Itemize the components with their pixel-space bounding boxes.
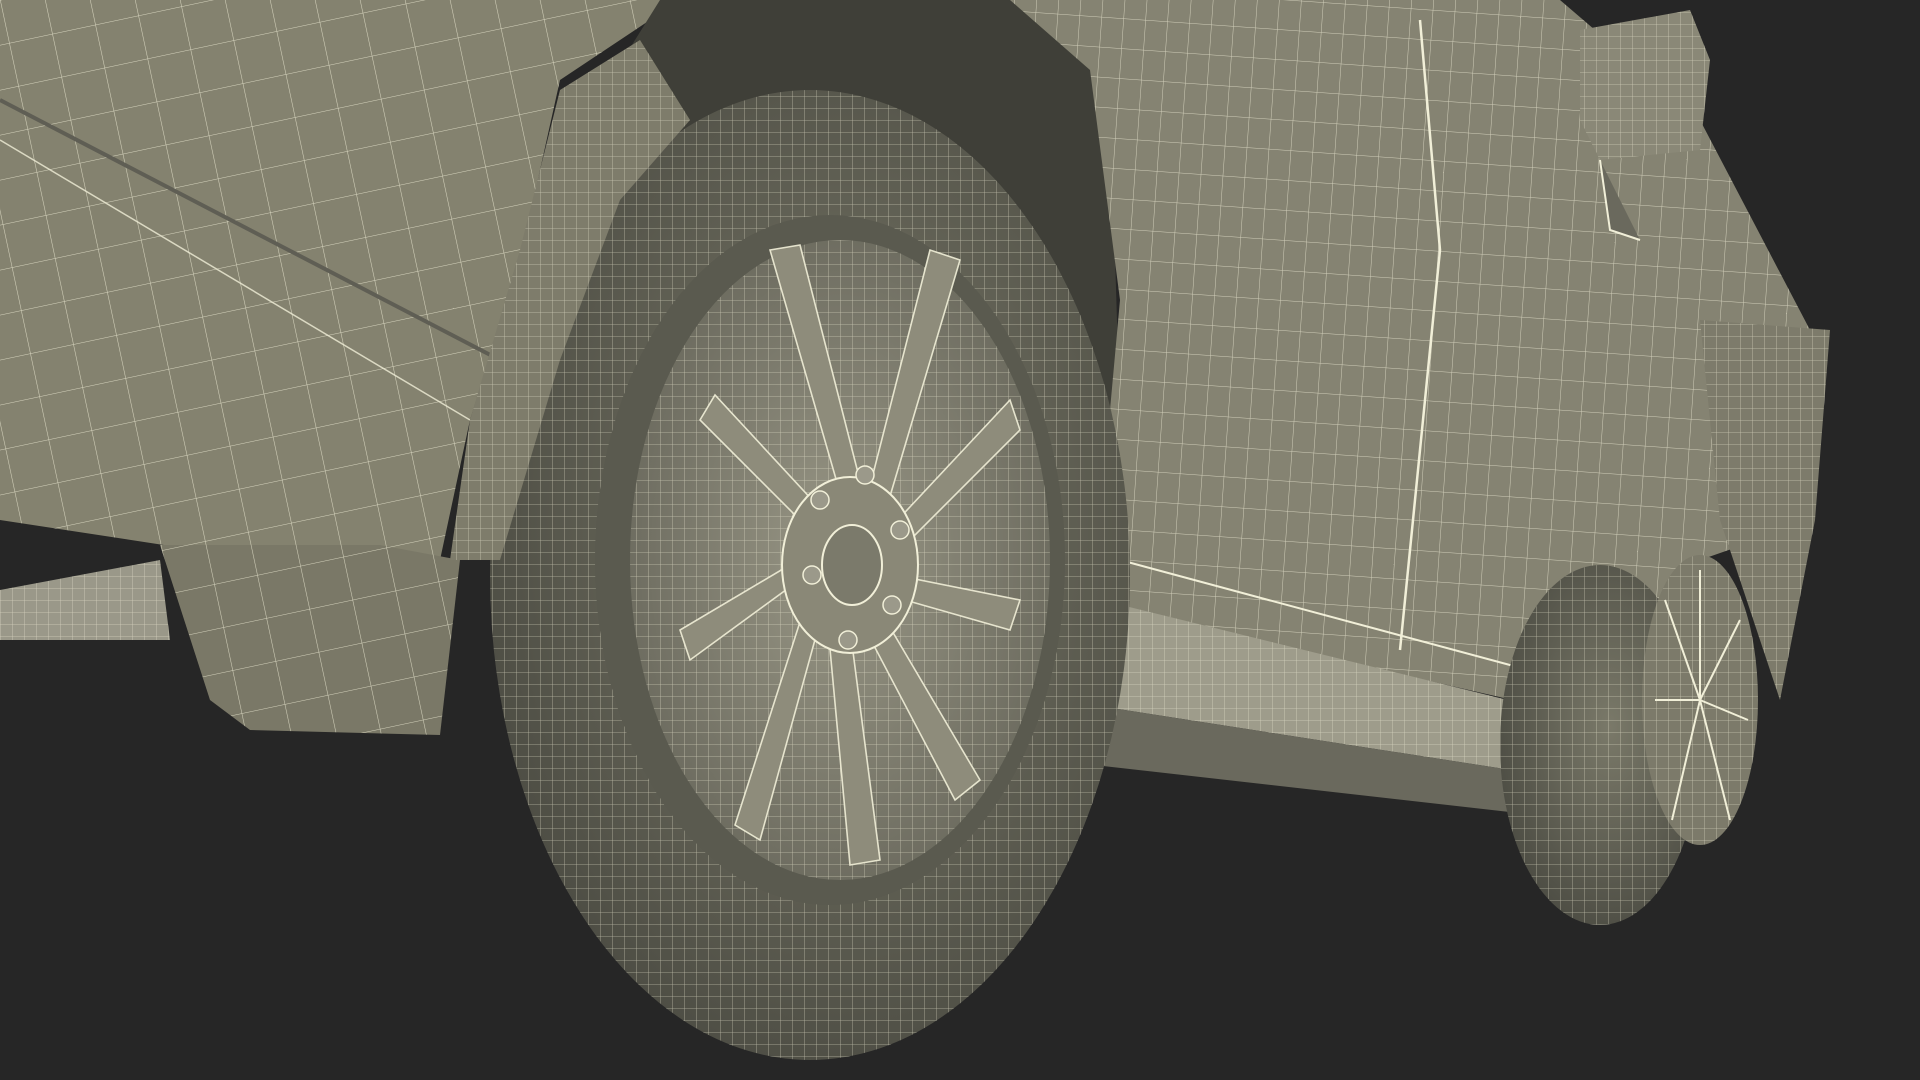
rear-underbody (0, 560, 170, 640)
rear-mud-flap (160, 545, 460, 735)
render-viewport (0, 0, 1920, 1080)
wireframe-suv-render (0, 0, 1830, 1060)
front-wheel (1500, 555, 1758, 925)
